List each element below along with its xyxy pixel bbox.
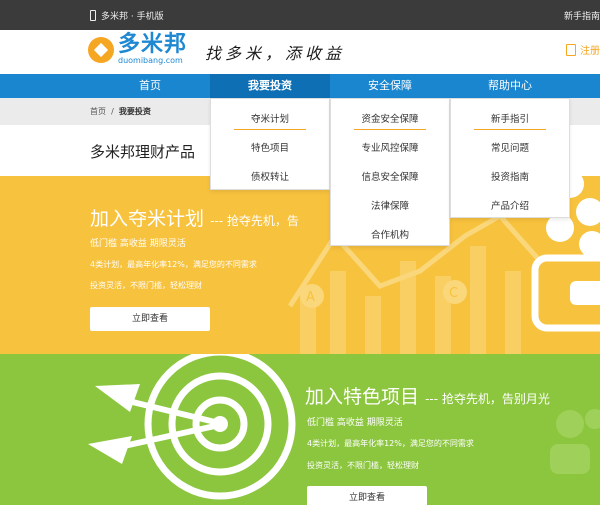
logo-domain: duomibang.com [118,56,183,65]
top-bar: 多米邦 · 手机版 新手指南 [0,0,600,30]
nav-invest[interactable]: 我要投资 [210,74,330,98]
dropdown-invest: 夺米计划 特色项目 债权转让 [210,98,330,190]
dropdown-help-item[interactable]: 常见问题 [451,140,569,154]
register-link[interactable]: 注册 [566,42,600,57]
dropdown-security-item[interactable]: 合作机构 [331,227,449,241]
dropdown-security-item[interactable]: 资金安全保障 [331,111,449,130]
logo[interactable]: 多米邦 duomibang.com [88,34,187,66]
header: 多米邦 duomibang.com 找多米，添收益 注册 [0,30,600,74]
nav-help[interactable]: 帮助中心 [450,74,570,98]
dropdown-invest-item[interactable]: 特色项目 [211,140,329,154]
banner-plan-subtitle: --- 抢夺先机，告 [210,214,299,228]
guide-link[interactable]: 新手指南 [564,9,600,22]
target-illustration [88,354,600,500]
nav-home[interactable]: 首页 [90,74,210,98]
register-label: 注册 [580,46,600,57]
breadcrumb-home[interactable]: 首页 [90,107,106,116]
dropdown-security: 资金安全保障 专业风控保障 信息安全保障 法律保障 合作机构 [330,98,450,246]
banner-featured: 加入特色项目 --- 抢夺先机，告别月光 低门槛 高收益 期限灵活 4类计划，最… [0,354,600,505]
main-nav: 首页 我要投资 安全保障 帮助中心 [0,74,600,98]
banner-plan-line1: 4类计划，最高年化率12%，满足您的不同需求 [90,260,257,269]
dropdown-invest-item[interactable]: 夺米计划 [211,111,329,130]
breadcrumb-separator: / [111,107,114,116]
banner-featured-line1: 4类计划，最高年化率12%，满足您的不同需求 [307,439,474,448]
document-icon [566,43,576,56]
dropdown-help-item[interactable]: 产品介绍 [451,198,569,212]
mobile-link[interactable]: 多米邦 · 手机版 [90,9,164,22]
slogan: 找多米，添收益 [205,44,346,63]
letter-c-label: C [449,286,458,301]
dropdown-help-item[interactable]: 新手指引 [451,111,569,130]
mobile-label: 多米邦 · 手机版 [101,12,164,22]
banner-featured-title: 加入特色项目 --- 抢夺先机，告别月光 [305,386,550,408]
dropdown-help: 新手指引 常见问题 投资指南 产品介绍 [450,98,570,218]
dropdown-security-item[interactable]: 信息安全保障 [331,169,449,183]
banner-plan-tags: 低门槛 高收益 期限灵活 [90,239,186,249]
dropdown-security-item[interactable]: 专业风控保障 [331,140,449,154]
banner-plan-view-button[interactable]: 立即查看 [90,307,210,331]
page-title: 多米邦理财产品 [90,143,196,161]
dropdown-security-item[interactable]: 法律保障 [331,198,449,212]
banner-featured-line2: 投资灵活，不限门槛，轻松理财 [307,461,419,470]
breadcrumb-current: 我要投资 [118,107,151,116]
banner-featured-subtitle: --- 抢夺先机，告别月光 [425,392,550,406]
phone-icon [90,10,96,21]
nav-security[interactable]: 安全保障 [330,74,450,98]
banner-featured-view-button[interactable]: 立即查看 [307,486,427,505]
breadcrumb: 首页 / 我要投资 [90,106,151,117]
banner-plan-title: 加入夺米计划 --- 抢夺先机，告 [90,208,299,230]
banner-featured-tags: 低门槛 高收益 期限灵活 [307,418,403,428]
letter-a-label: A [306,290,315,305]
dropdown-invest-item[interactable]: 债权转让 [211,169,329,183]
banner-plan-line2: 投资灵活，不限门槛，轻松理财 [90,281,202,290]
logo-name: 多米邦 [118,32,188,57]
dropdown-help-item[interactable]: 投资指南 [451,169,569,183]
coin-icon [88,37,114,63]
